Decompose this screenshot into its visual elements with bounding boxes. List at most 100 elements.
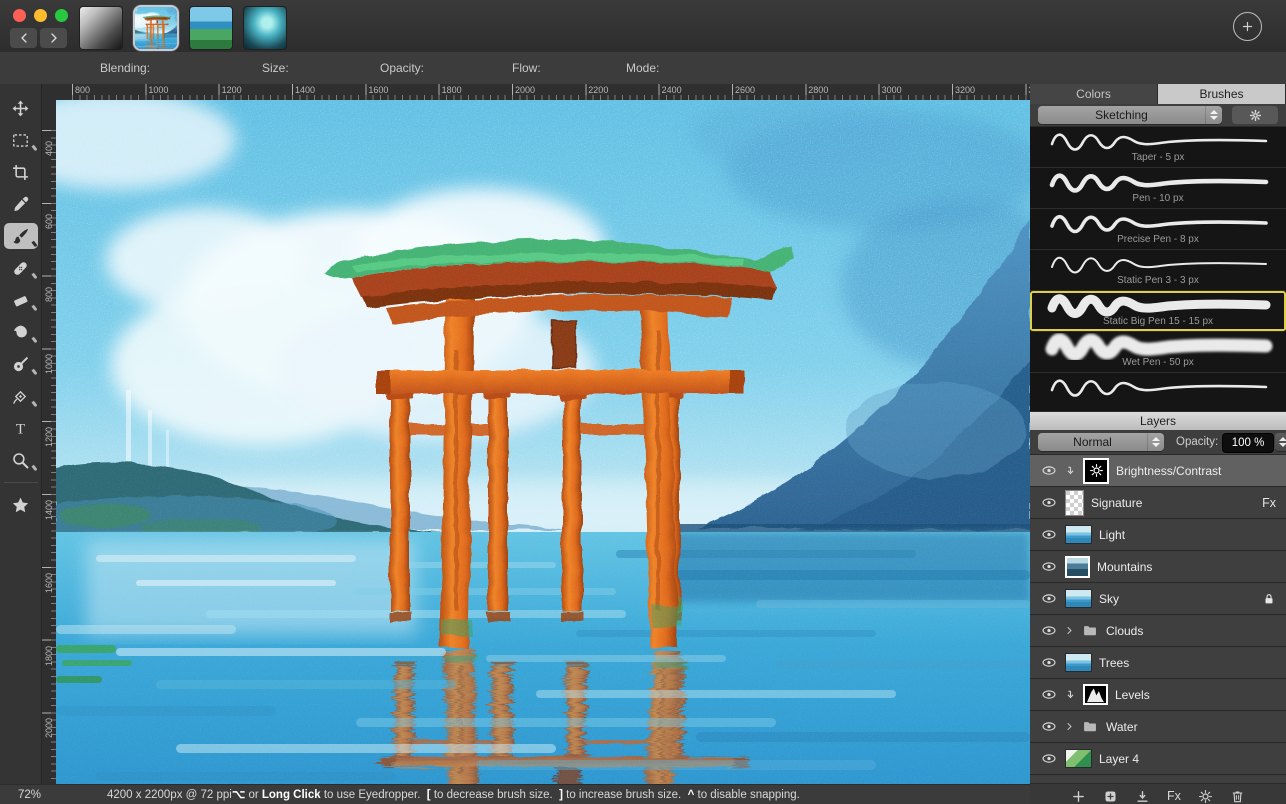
document-thumbnail-torii-painting[interactable] <box>133 5 179 51</box>
layer-thumbnail[interactable] <box>1065 589 1092 608</box>
layer-row-brightness-contrast[interactable]: Brightness/Contrast <box>1030 455 1286 487</box>
expand-chevron-icon[interactable] <box>1065 722 1074 731</box>
brush-partial[interactable] <box>1030 373 1286 411</box>
layer-thumbnail[interactable] <box>1065 653 1092 672</box>
visibility-eye-icon[interactable] <box>1040 687 1058 702</box>
marquee-tool[interactable] <box>0 124 42 156</box>
add-layer-button[interactable] <box>1071 789 1086 804</box>
ruler-label: 1200 <box>44 427 54 447</box>
hint-segment: to decrease brush size. <box>431 789 559 801</box>
layer-name: Light <box>1099 528 1125 542</box>
ruler-label: 800 <box>44 287 54 302</box>
tab-colors[interactable]: Colors <box>1030 84 1158 104</box>
subtool-indicator <box>31 401 37 408</box>
layer-blend-dropdown[interactable]: Normal <box>1038 433 1164 451</box>
brush-Taper - 5 px[interactable]: Taper - 5 px <box>1030 127 1286 168</box>
delete-layer-button[interactable] <box>1230 789 1245 804</box>
back-button[interactable] <box>10 28 37 48</box>
visibility-eye-icon[interactable] <box>1040 527 1058 542</box>
layer-row-light[interactable]: Light <box>1030 519 1286 551</box>
adjustments-button[interactable] <box>1198 789 1213 804</box>
brush-tool[interactable] <box>0 220 42 252</box>
canvas[interactable] <box>56 100 1030 784</box>
layer-row-water[interactable]: Water <box>1030 711 1286 743</box>
brush-list: Taper - 5 px Pen - 10 px Precise Pen - 8… <box>1030 127 1286 411</box>
layer-opacity-stepper[interactable] <box>1275 433 1286 451</box>
layer-effects-button[interactable]: Fx <box>1167 789 1181 803</box>
picker-tool[interactable] <box>0 188 42 220</box>
layer-row-trees[interactable]: Trees <box>1030 647 1286 679</box>
ruler-label: 2000 <box>515 85 535 95</box>
eraser-icon <box>11 291 30 310</box>
document-thumbnail-cave[interactable] <box>243 6 287 50</box>
move-tool[interactable] <box>0 92 42 124</box>
layer-thumbnail[interactable] <box>1065 525 1092 544</box>
eraser-tool[interactable] <box>0 284 42 316</box>
layer-thumbnail[interactable] <box>1065 749 1092 768</box>
brush-category-dropdown[interactable]: Sketching <box>1038 106 1222 124</box>
visibility-eye-icon[interactable] <box>1040 591 1058 606</box>
close-button[interactable] <box>13 9 26 22</box>
smudge-icon <box>11 323 30 342</box>
crop-tool[interactable] <box>0 156 42 188</box>
tab-brushes[interactable]: Brushes <box>1158 84 1286 104</box>
blending-label: Blending: <box>100 52 150 84</box>
layer-thumbnail[interactable] <box>1065 556 1090 578</box>
layer-row-levels[interactable]: Levels <box>1030 679 1286 711</box>
visibility-eye-icon[interactable] <box>1040 719 1058 734</box>
visibility-eye-icon[interactable] <box>1040 463 1058 478</box>
smudge-tool[interactable] <box>0 316 42 348</box>
expand-chevron-icon[interactable] <box>1065 626 1074 635</box>
layer-name: Clouds <box>1106 624 1143 638</box>
layer-row-mountains[interactable]: Mountains <box>1030 551 1286 583</box>
layer-opacity-field[interactable]: 100 % <box>1222 433 1274 453</box>
document-thumbnail-landscape[interactable] <box>189 6 233 50</box>
layers-panel-title: Layers <box>1030 411 1286 430</box>
move-icon <box>11 99 30 118</box>
warp-tool[interactable] <box>0 380 42 412</box>
visibility-eye-icon[interactable] <box>1040 559 1058 574</box>
lock-icon[interactable] <box>1262 592 1276 606</box>
visibility-eye-icon[interactable] <box>1040 655 1058 670</box>
star-tool[interactable] <box>0 489 42 521</box>
layer-row-partial[interactable] <box>1030 775 1286 783</box>
forward-button[interactable] <box>40 28 67 48</box>
layer-row-clouds[interactable]: Clouds <box>1030 615 1286 647</box>
zoom-tool[interactable] <box>0 444 42 476</box>
transparent-thumbnail[interactable] <box>1065 490 1084 516</box>
torii-painting <box>56 100 1030 784</box>
healing-tool[interactable] <box>0 252 42 284</box>
levels-thumbnail[interactable] <box>1083 684 1108 705</box>
clone-tool[interactable] <box>0 348 42 380</box>
chevron-up-down-icon <box>1147 433 1164 451</box>
text-tool[interactable] <box>0 412 42 444</box>
brush-Wet Pen - 50 px[interactable]: Wet Pen - 50 px <box>1030 332 1286 373</box>
brush-Precise Pen - 8 px[interactable]: Precise Pen - 8 px <box>1030 209 1286 250</box>
layer-row-sky[interactable]: Sky <box>1030 583 1286 615</box>
visibility-eye-icon[interactable] <box>1040 751 1058 766</box>
fx-badge[interactable]: Fx <box>1262 496 1276 510</box>
title-bar <box>0 0 1286 53</box>
visibility-eye-icon[interactable] <box>1040 495 1058 510</box>
zoom-button[interactable] <box>55 9 68 22</box>
brush-settings-button[interactable] <box>1232 106 1278 124</box>
brush-Static Big Pen 15 - 15 px[interactable]: Static Big Pen 15 - 15 px <box>1030 291 1286 332</box>
brush-Static Pen 3 - 3 px[interactable]: Static Pen 3 - 3 px <box>1030 250 1286 291</box>
star-icon <box>11 496 30 515</box>
ruler-label: 3200 <box>955 85 975 95</box>
layer-row-layer-4[interactable]: Layer 4 <box>1030 743 1286 775</box>
layer-row-signature[interactable]: SignatureFx <box>1030 487 1286 519</box>
document-thumbnail-photo-bw[interactable] <box>79 6 123 50</box>
brightness-contrast-thumbnail[interactable] <box>1083 458 1109 484</box>
panel-tabs: ColorsBrushes <box>1030 84 1286 104</box>
merge-layer-button[interactable] <box>1135 789 1150 804</box>
nested-arrow-icon <box>1065 688 1076 701</box>
minimize-button[interactable] <box>34 9 47 22</box>
ruler-label: 3000 <box>882 85 902 95</box>
add-pixel-layer-button[interactable] <box>1103 789 1118 804</box>
visibility-eye-icon[interactable] <box>1040 623 1058 638</box>
ruler-vertical[interactable]: 4006008001000120014001600180020002200 <box>42 100 57 784</box>
ruler-horizontal[interactable]: 8001000120014001600180020002200240026002… <box>56 84 1030 101</box>
new-document-button[interactable] <box>1233 12 1262 41</box>
brush-Pen - 10 px[interactable]: Pen - 10 px <box>1030 168 1286 209</box>
